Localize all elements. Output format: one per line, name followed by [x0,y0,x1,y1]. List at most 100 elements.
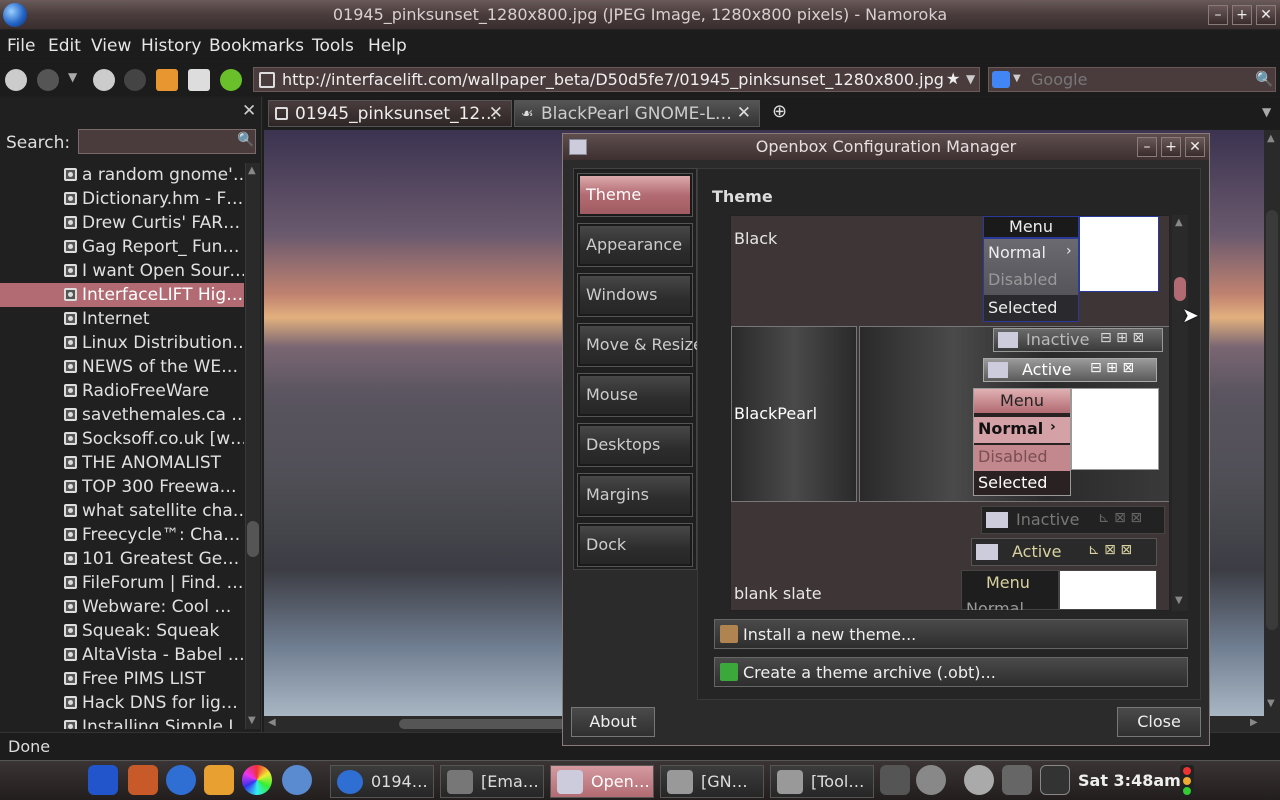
stop-icon[interactable] [124,69,146,91]
back-icon[interactable] [5,69,27,91]
theme-row-blank-slate[interactable]: blank slate Inactive ⊾ ⊠ ⊠ Active ⊾ ⊠ ⊠ … [731,504,1169,610]
menu-file[interactable]: File [7,36,35,56]
bookmark-item[interactable]: Socksoff.co.uk [w… [0,427,244,451]
bookmark-item[interactable]: a random gnome'… [0,163,244,187]
new-tab-icon[interactable]: ⊕ [772,101,787,122]
close-window-button[interactable]: ✕ [1256,5,1276,25]
bookmark-item[interactable]: 101 Greatest Ge… [0,547,244,571]
bookmark-item[interactable]: Hack DNS for lig… [0,691,244,715]
nav-mouse[interactable]: Mouse [577,373,693,417]
bookmark-item[interactable]: NEWS of the WE… [0,355,244,379]
scroll-right-icon[interactable]: ▶ [1250,717,1258,728]
dialog-close-button[interactable]: ✕ [1185,137,1205,157]
tray-volume-icon[interactable] [916,765,946,795]
dialog-titlebar[interactable]: Openbox Configuration Manager – + ✕ [563,134,1209,160]
bookmark-item[interactable]: Webware: Cool … [0,595,244,619]
create-archive-button[interactable]: Create a theme archive (.obt)... [714,657,1188,687]
history-dropdown-icon[interactable]: ▼ [68,70,77,84]
nav-margins[interactable]: Margins [577,473,693,517]
bookmark-item[interactable]: Drew Curtis' FAR… [0,211,244,235]
bookmark-item[interactable]: RadioFreeWare [0,379,244,403]
url-bar[interactable]: http://interfacelift.com/wallpaper_beta/… [253,67,980,92]
bookmark-item[interactable]: savethemales.ca … [0,403,244,427]
nav-windows[interactable]: Windows [577,273,693,317]
url-dropdown-icon[interactable]: ▼ [966,72,975,86]
nav-appearance[interactable]: Appearance [577,223,693,267]
bookmark-item[interactable]: Linux Distribution… [0,331,244,355]
bookmark-item[interactable]: Gag Report_ Fun… [0,235,244,259]
bookmark-item[interactable]: AltaVista - Babel … [0,643,244,667]
launcher-color-icon[interactable] [242,765,272,795]
scroll-left-icon[interactable]: ◀ [268,717,276,728]
tab-list-icon[interactable]: ▼ [1262,105,1271,119]
search-go-icon[interactable]: 🔍 [1255,70,1274,88]
tray-monitor-icon[interactable] [1040,765,1070,795]
reload-icon[interactable] [93,69,115,91]
sidebar-scrollbar[interactable]: ▲ ▼ [245,163,260,729]
horizontal-scroll-thumb[interactable] [399,719,569,729]
bookmark-item[interactable]: what satellite cha… [0,499,244,523]
theme-list-scrollbar[interactable]: ▲ ▼ [1172,215,1188,611]
task-tools[interactable]: [Tool… [770,765,874,798]
vertical-scroll-thumb[interactable] [1266,210,1278,630]
sidebar-search-input[interactable]: 🔍 [78,129,256,154]
bookmark-item[interactable]: Squeak: Squeak [0,619,244,643]
launcher-menu-icon[interactable] [88,765,118,795]
tab-close-icon[interactable]: ✕ [489,103,503,123]
print-icon[interactable] [188,69,210,91]
task-gnome[interactable]: [GN… [660,765,764,798]
dialog-maximize-button[interactable]: + [1161,137,1181,157]
bookmark-item[interactable]: I want Open Sour… [0,259,244,283]
bookmark-item[interactable]: Freecycle™: Cha… [0,523,244,547]
theme-row-black[interactable]: Black Menu Normal › Disabled Selected [731,216,1169,324]
maximize-button[interactable]: + [1232,5,1252,25]
scroll-up-icon[interactable]: ▲ [248,165,256,176]
bookmark-item[interactable]: InterfaceLIFT Hig… [0,283,244,307]
nav-dock[interactable]: Dock [577,523,693,567]
nav-desktops[interactable]: Desktops [577,423,693,467]
sidebar-scroll-thumb[interactable] [247,521,259,557]
bookmark-item[interactable]: THE ANOMALIST [0,451,244,475]
menu-tools[interactable]: Tools [312,36,354,56]
close-sidebar-icon[interactable]: ✕ [242,101,256,121]
dialog-minimize-button[interactable]: – [1137,137,1157,157]
task-obconf[interactable]: Open… [550,765,654,798]
bookmark-item[interactable]: FileForum | Find. … [0,571,244,595]
task-email[interactable]: [Ema… [440,765,544,798]
scroll-up-icon[interactable]: ▲ [1175,217,1183,228]
theme-list[interactable]: Black Menu Normal › Disabled Selected Bl… [730,215,1170,611]
task-browser[interactable]: 0194… [330,765,434,798]
menu-view[interactable]: View [91,36,131,56]
launcher-browser-icon[interactable] [166,765,196,795]
url-text[interactable]: http://interfacelift.com/wallpaper_beta/… [282,70,944,89]
bookmark-item[interactable]: TOP 300 Freewa… [0,475,244,499]
addon-icon[interactable] [220,69,242,91]
launcher-app-icon[interactable] [128,765,158,795]
vertical-scrollbar[interactable]: ▲ ▼ [1264,130,1280,732]
search-box[interactable]: ▼ Google 🔍 [988,67,1276,92]
menu-history[interactable]: History [141,36,201,56]
scroll-down-icon[interactable]: ▼ [1267,698,1275,709]
forward-icon[interactable] [37,69,59,91]
tray-clipboard-icon[interactable] [880,765,910,795]
nav-move-resize[interactable]: Move & Resize [577,323,703,367]
bookmark-item[interactable]: Internet [0,307,244,331]
tray-traffic-light-icon[interactable] [1180,765,1194,797]
close-button[interactable]: Close [1117,707,1201,737]
nav-theme[interactable]: Theme [577,173,693,217]
google-engine-icon[interactable] [992,71,1010,88]
minimize-button[interactable]: – [1208,5,1228,25]
menu-help[interactable]: Help [368,36,407,56]
install-theme-button[interactable]: Install a new theme... [714,619,1188,649]
tray-network-icon[interactable] [964,765,994,795]
tab-blackpearl[interactable]: ☙ BlackPearl GNOME-L… ✕ [514,100,760,127]
about-button[interactable]: About [571,707,655,737]
menu-edit[interactable]: Edit [48,36,81,56]
scroll-down-icon[interactable]: ▼ [1175,595,1183,606]
home-icon[interactable] [156,69,178,91]
bookmark-star-icon[interactable]: ★ [946,69,960,88]
theme-row-blackpearl[interactable]: BlackPearl Inactive ⊟ ⊞ ⊠ Active ⊟ ⊞ ⊠ M… [731,324,1169,504]
bookmark-item[interactable]: Dictionary.hm - F… [0,187,244,211]
tray-calculator-icon[interactable] [1002,765,1032,795]
scroll-down-icon[interactable]: ▼ [248,715,256,726]
